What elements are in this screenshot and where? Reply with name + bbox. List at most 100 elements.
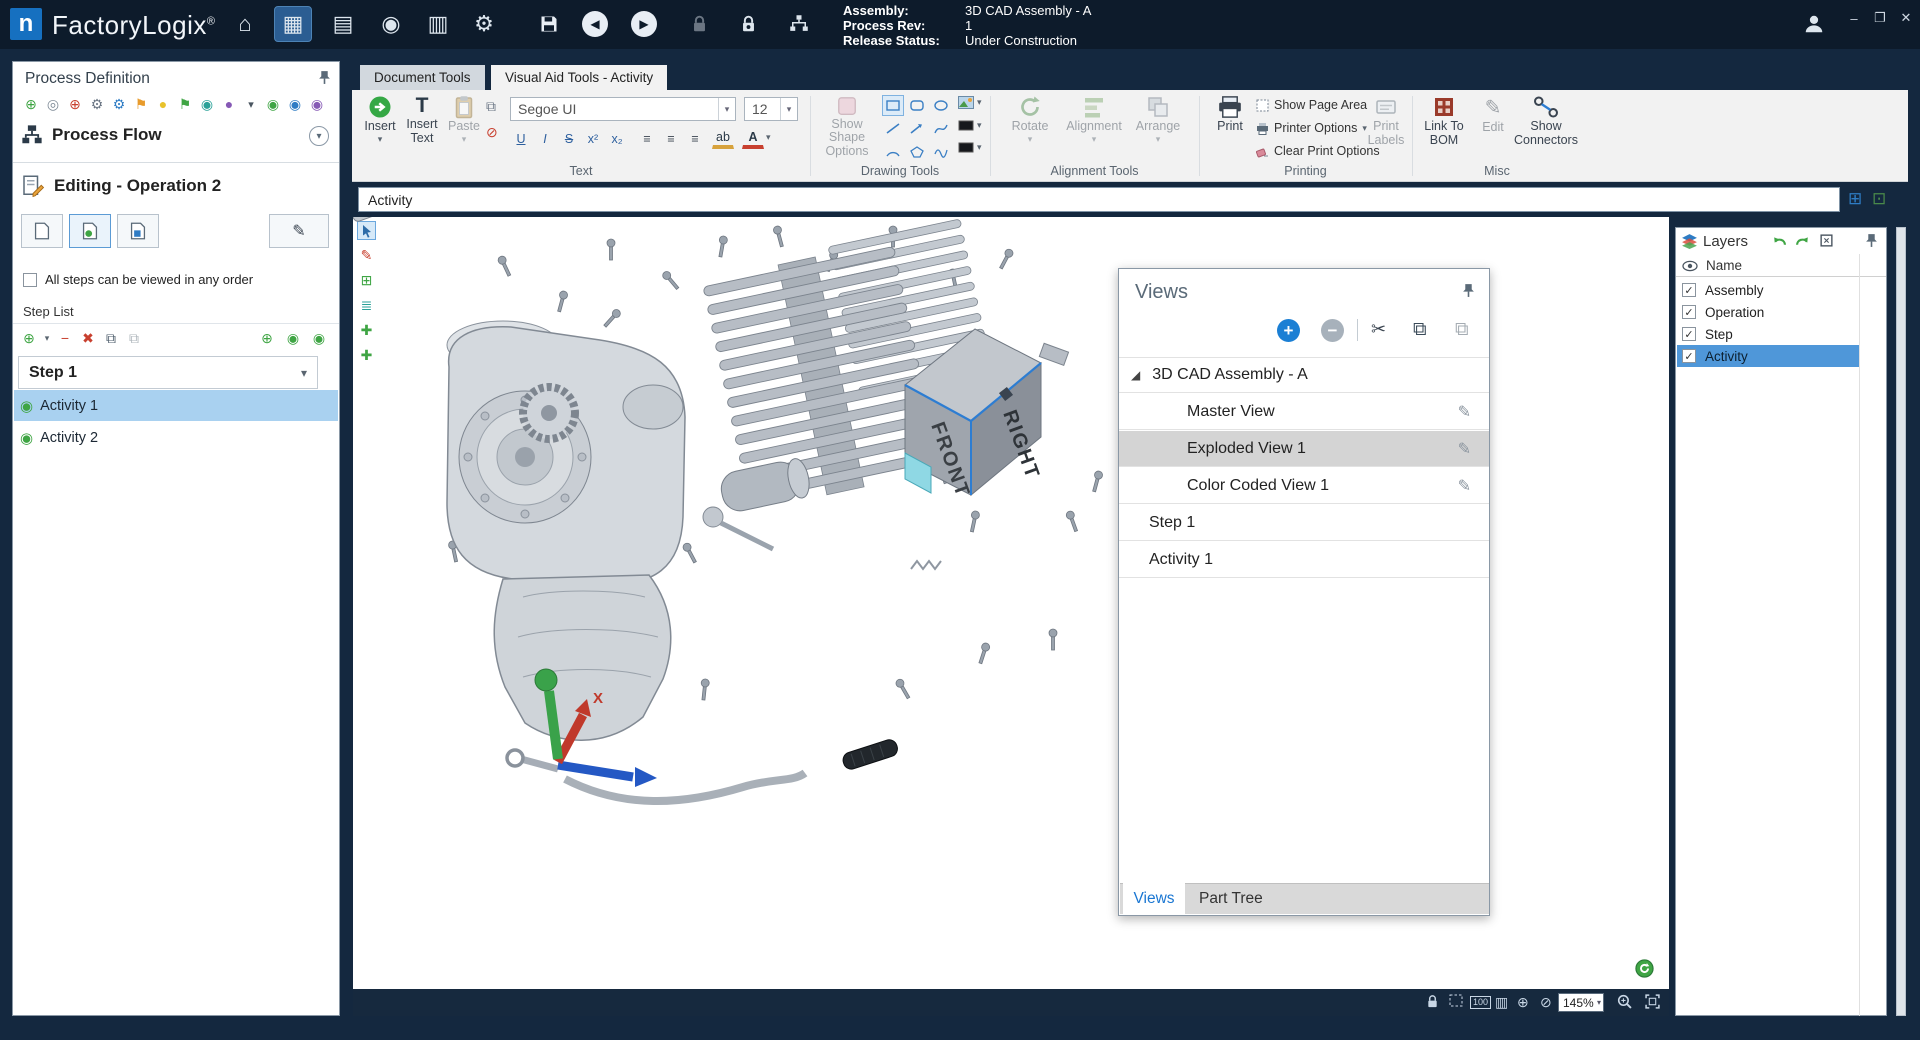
highlight-color-button[interactable]: ab bbox=[712, 128, 734, 149]
add-icon[interactable]: ⊕ bbox=[21, 94, 41, 114]
link-to-bom-button[interactable]: Link To BOM bbox=[1418, 95, 1470, 147]
align-right-button[interactable]: ≡ bbox=[684, 128, 706, 149]
layer-checkbox[interactable]: ✓ bbox=[1682, 349, 1696, 363]
gear-icon[interactable]: ⚙ bbox=[87, 94, 107, 114]
cut-view-icon[interactable]: ✂ bbox=[1371, 319, 1386, 340]
ellipse-tool[interactable] bbox=[930, 95, 952, 116]
tab-views[interactable]: Views bbox=[1123, 883, 1185, 914]
rounded-rectangle-tool[interactable] bbox=[906, 95, 928, 116]
tab-visual-aid-tools[interactable]: Visual Aid Tools - Activity bbox=[491, 65, 667, 90]
layer-row-assembly[interactable]: ✓ Assembly bbox=[1677, 279, 1859, 301]
sync-icon[interactable]: ⊕ bbox=[65, 94, 85, 114]
copy-small-icon[interactable]: ⧉ bbox=[486, 98, 496, 115]
step-selector[interactable]: Step 1 ▾ bbox=[18, 356, 318, 389]
maximize-button[interactable]: ❐ bbox=[1868, 8, 1892, 28]
link-icon[interactable]: ◎ bbox=[43, 94, 63, 114]
zoom-add-icon[interactable]: ⊕ bbox=[257, 328, 277, 348]
fill-color-well[interactable]: ▾ bbox=[958, 120, 982, 131]
chevron-down-icon[interactable]: ▾ bbox=[766, 132, 771, 143]
close-button[interactable]: ✕ bbox=[1894, 8, 1918, 28]
pin-icon[interactable] bbox=[1865, 233, 1878, 253]
layer-checkbox[interactable]: ✓ bbox=[1682, 283, 1696, 297]
redo-icon[interactable] bbox=[1794, 233, 1811, 253]
tree-node-view-selected[interactable]: Exploded View 1 ✎ bbox=[1119, 431, 1489, 467]
tab-document-tools[interactable]: Document Tools bbox=[360, 65, 485, 90]
target-icon[interactable]: ◉ bbox=[197, 94, 217, 114]
edit-view-icon[interactable]: ✎ bbox=[1458, 402, 1471, 422]
edit-view-icon[interactable]: ✎ bbox=[1458, 439, 1471, 459]
strikethrough-button[interactable]: S bbox=[558, 128, 580, 149]
lock-view-icon[interactable] bbox=[1426, 994, 1439, 1012]
chevron-down-icon[interactable]: ▾ bbox=[42, 328, 52, 348]
expander-icon[interactable]: ◢ bbox=[1131, 368, 1140, 382]
tree-node-view[interactable]: Color Coded View 1 ✎ bbox=[1119, 468, 1489, 504]
layer-checkbox[interactable]: ✓ bbox=[1682, 327, 1696, 341]
form-view-icon[interactable]: ⊡ bbox=[1872, 189, 1886, 209]
reports-icon[interactable]: ▥ bbox=[419, 6, 457, 42]
copy-view-icon[interactable]: ⧉ bbox=[1413, 319, 1427, 341]
paste-view-icon[interactable]: ⧉ bbox=[1455, 319, 1469, 341]
insert-text-button[interactable]: T Insert Text bbox=[402, 95, 442, 145]
subscript-button[interactable]: x₂ bbox=[606, 128, 628, 149]
layer-checkbox[interactable]: ✓ bbox=[1682, 305, 1696, 319]
add-view-button[interactable]: + bbox=[1277, 319, 1300, 342]
flag-icon[interactable]: ⚑ bbox=[131, 94, 151, 114]
process-flow-row[interactable]: Process Flow bbox=[21, 124, 162, 146]
lock-user-icon[interactable] bbox=[729, 6, 767, 42]
expand-panel-icon[interactable] bbox=[1819, 233, 1834, 253]
grid-view-icon[interactable]: ⊞ bbox=[1848, 189, 1862, 209]
printer-options-button[interactable]: Printer Options ▾ bbox=[1256, 119, 1367, 137]
insert-button[interactable]: Insert ▾ bbox=[360, 95, 400, 145]
zoom-window-icon[interactable] bbox=[1617, 994, 1632, 1012]
marquee-select-icon[interactable] bbox=[1449, 994, 1463, 1010]
pin-icon[interactable] bbox=[318, 70, 331, 90]
remove-view-button[interactable]: − bbox=[1321, 319, 1344, 342]
arrange-button[interactable]: Arrange ▾ bbox=[1130, 95, 1186, 145]
fit-to-view-icon[interactable] bbox=[1645, 994, 1660, 1012]
scrollbar[interactable] bbox=[1896, 227, 1906, 1016]
data-view-button[interactable] bbox=[117, 214, 159, 248]
copy-step-icon[interactable]: ⧉ bbox=[101, 328, 121, 348]
font-color-button[interactable]: A bbox=[742, 128, 764, 149]
forward-icon[interactable]: ▶ bbox=[631, 11, 657, 37]
order-checkbox[interactable] bbox=[23, 273, 37, 287]
remove-step-icon[interactable]: − bbox=[55, 328, 75, 348]
flow-view-button[interactable] bbox=[69, 214, 111, 248]
tab-part-tree[interactable]: Part Tree bbox=[1189, 883, 1263, 914]
stop-icon[interactable]: ◉ bbox=[307, 94, 327, 114]
align-left-button[interactable]: ≡ bbox=[636, 128, 658, 149]
back-icon[interactable]: ◀ bbox=[582, 11, 608, 37]
activity-name-input[interactable]: Activity bbox=[358, 187, 1840, 212]
print-button[interactable]: Print bbox=[1208, 95, 1252, 133]
activity-list-item[interactable]: ◉ Activity 2 bbox=[14, 422, 338, 453]
font-family-select[interactable]: Segoe UI ▾ bbox=[510, 97, 736, 121]
process-definition-icon[interactable]: ▦ bbox=[274, 6, 312, 42]
show-connectors-button[interactable]: Show Connectors bbox=[1514, 95, 1578, 147]
freeform-tool[interactable] bbox=[930, 141, 952, 162]
curve-tool[interactable] bbox=[930, 118, 952, 139]
tree-node-assembly[interactable]: ◢ 3D CAD Assembly - A bbox=[1119, 357, 1489, 393]
pin-icon[interactable] bbox=[1462, 283, 1475, 303]
expand-all-icon[interactable]: ◉ bbox=[283, 328, 303, 348]
add-step-icon[interactable]: ⊕ bbox=[19, 328, 39, 348]
superscript-button[interactable]: x² bbox=[582, 128, 604, 149]
templates-icon[interactable]: ▤ bbox=[324, 6, 362, 42]
minimize-button[interactable]: – bbox=[1842, 8, 1866, 28]
order-checkbox-row[interactable]: All steps can be viewed in any order bbox=[23, 272, 253, 287]
collapse-all-icon[interactable]: ◉ bbox=[309, 328, 329, 348]
arrow-tool[interactable] bbox=[906, 118, 928, 139]
tools-icon[interactable]: ⚙ bbox=[109, 94, 129, 114]
activity-list-item[interactable]: ◉ Activity 1 bbox=[14, 390, 338, 421]
polygon-tool[interactable] bbox=[906, 141, 928, 162]
process-audit-icon[interactable] bbox=[780, 6, 818, 42]
unlock-icon[interactable] bbox=[680, 6, 718, 42]
underline-button[interactable]: U bbox=[510, 128, 532, 149]
edit-button[interactable]: ✎ Edit bbox=[1474, 95, 1512, 134]
chevron-down-icon[interactable]: ▾ bbox=[241, 94, 261, 114]
zoom-out-cursor-icon[interactable]: ⊘ bbox=[1540, 994, 1552, 1011]
align-center-button[interactable]: ≡ bbox=[660, 128, 682, 149]
block-small-icon[interactable]: ⊘ bbox=[486, 124, 498, 141]
pause-icon[interactable]: ◉ bbox=[285, 94, 305, 114]
media-icon[interactable]: ◉ bbox=[372, 6, 410, 42]
settings-gear-icon[interactable]: ⚙ bbox=[465, 6, 503, 42]
